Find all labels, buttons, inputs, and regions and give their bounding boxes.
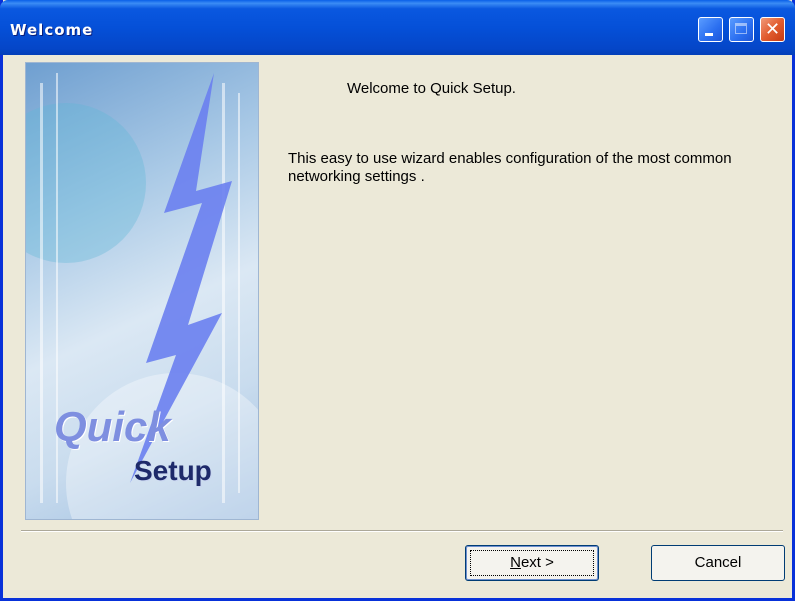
close-button[interactable]: ✕ [760, 17, 785, 42]
focus-rectangle [470, 550, 594, 576]
banner-quick-text: Quick [54, 403, 171, 450]
minimize-icon [705, 33, 713, 36]
close-icon: ✕ [764, 19, 781, 40]
title-bar[interactable]: Welcome ✕ [0, 0, 795, 55]
wizard-description: This easy to use wizard enables configur… [288, 150, 732, 185]
maximize-button[interactable] [729, 17, 754, 42]
quick-setup-banner: Quick Setup [25, 62, 259, 520]
maximize-icon [735, 23, 747, 34]
cancel-button[interactable]: Cancel [651, 545, 785, 581]
banner-setup-text: Setup [134, 455, 212, 486]
divider [21, 530, 783, 532]
banner-artwork [26, 73, 258, 519]
minimize-button[interactable] [698, 17, 723, 42]
wizard-window: Welcome ✕ Quick Setup Welcome to Quick S… [0, 0, 795, 601]
next-button[interactable]: Next > [465, 545, 599, 581]
welcome-heading: Welcome to Quick Setup. [347, 80, 516, 97]
window-title: Welcome [10, 21, 94, 39]
